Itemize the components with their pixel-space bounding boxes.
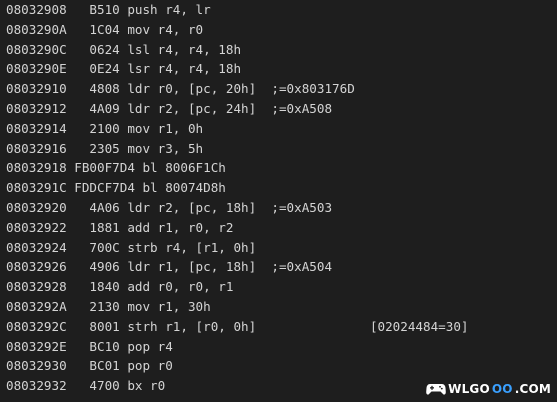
watermark-text-part2: OO (491, 382, 513, 396)
disassembly-line: 0803290E 0E24 lsr r4, r4, 18h (6, 61, 242, 77)
disassembly-line: 08032914 2100 mov r1, 0h (6, 120, 204, 136)
disassembly-line: 0803292E BC10 pop r4 (6, 338, 173, 354)
disassembly-line: 08032930 BC01 pop r0 (6, 358, 173, 374)
disassembly-line: 08032926 4906 ldr r1, [pc, 18h] ;=0xA504 (6, 259, 333, 275)
disassembly-line: 08032928 1840 add r0, r0, r1 (6, 279, 234, 295)
disassembly-line: 08032922 1881 add r1, r0, r2 (6, 219, 234, 235)
site-watermark: WLGO OO .COM (426, 380, 551, 398)
disassembly-line: 08032918 FB00F7D4 bl 8006F1Ch (6, 160, 226, 176)
disassembly-line: 08032912 4A09 ldr r2, [pc, 24h] ;=0xA508 (6, 100, 333, 116)
disassembly-line: 0803290A 1C04 mov r4, r0 (6, 21, 204, 37)
disassembly-line: 0803292A 2130 mov r1, 30h (6, 298, 211, 314)
disassembly-line: 08032916 2305 mov r3, 5h (6, 140, 204, 156)
disassembly-line: 08032920 4A06 ldr r2, [pc, 18h] ;=0xA503 (6, 199, 333, 215)
disassembly-line: 08032910 4808 ldr r0, [pc, 20h] ;=0x8031… (6, 81, 355, 97)
watermark-text-part3: .COM (514, 382, 551, 396)
gamepad-icon (426, 384, 446, 395)
watermark-text-part1: WLGO (448, 382, 490, 396)
disassembly-line: 0803292C 8001 strh r1, [r0, 0h] [0202448… (6, 318, 469, 334)
disassembly-line: 0803291C FDDCF7D4 bl 80074D8h (6, 180, 226, 196)
disassembly-line: 08032908 B510 push r4, lr (6, 2, 211, 17)
disassembly-listing: 08032908 B510 push r4, lr 0803290A 1C04 … (6, 0, 557, 396)
disassembly-line: 0803290C 0624 lsl r4, r4, 18h (6, 41, 242, 57)
disassembly-line: 08032924 700C strb r4, [r1, 0h] (6, 239, 257, 255)
